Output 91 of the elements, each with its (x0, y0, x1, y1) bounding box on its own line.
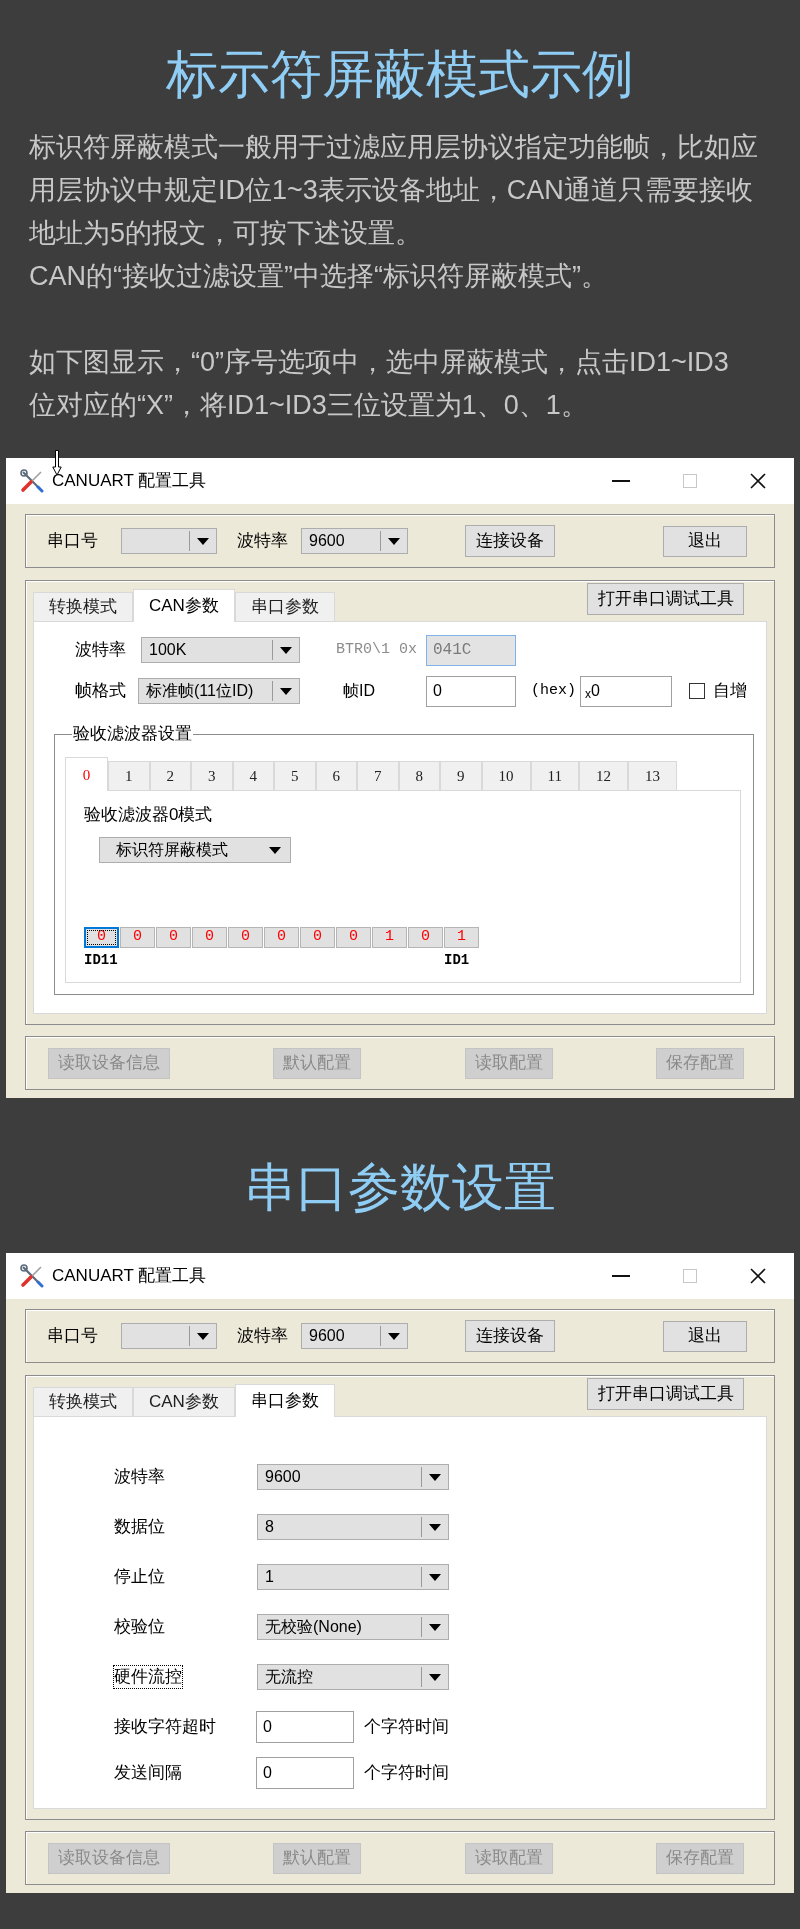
unit-label: 个字符时间 (364, 1716, 449, 1739)
baud-rate-dropdown[interactable]: 9600 (301, 1323, 408, 1349)
tab[interactable]: CAN参数 (133, 1387, 235, 1416)
filter-mode-label: 验收滤波器0模式 (84, 805, 213, 825)
setting-label: 接收字符超时 (114, 1716, 216, 1738)
maximize-icon[interactable] (683, 474, 697, 488)
filter-tab[interactable]: 8 (398, 761, 440, 790)
setting-label: 停止位 (114, 1566, 165, 1588)
baud-rate-label: 波特率 (237, 530, 289, 553)
tab[interactable]: 转换模式 (33, 1387, 133, 1416)
baud-rate-dropdown[interactable]: 9600 (301, 528, 408, 554)
filter-tab[interactable]: 12 (578, 761, 628, 790)
caret-icon (280, 687, 292, 695)
setting-dropdown[interactable]: 1 (257, 1564, 449, 1590)
tab[interactable]: 串口参数 (234, 1384, 335, 1417)
setting-dropdown[interactable]: 9600 (257, 1464, 449, 1490)
frame-id-field[interactable]: 0 (426, 675, 516, 707)
bit-label: ID1 (444, 951, 471, 970)
caret-icon (388, 537, 400, 545)
tab[interactable]: CAN参数 (133, 589, 235, 622)
section-heading: 标示符屏蔽模式示例 (166, 44, 634, 104)
tab[interactable]: 串口参数 (234, 592, 335, 621)
section-heading: 串口参数设置 (244, 1157, 556, 1217)
description-paragraph: CAN的“接收过滤设置”中选择“标识符屏蔽模式”。 (29, 260, 608, 293)
unit-label: 个字符时间 (364, 1762, 449, 1785)
connect-button[interactable]: 连接设备 (465, 525, 555, 557)
caret-icon (197, 537, 209, 545)
port-dropdown[interactable] (121, 1323, 217, 1349)
frame-id-label: 帧ID (343, 681, 376, 701)
auto-increment-label: 自增 (713, 680, 747, 703)
frame-format-dropdown[interactable]: 标准帧(11位ID) (138, 678, 300, 704)
filter-tab[interactable]: 9 (440, 761, 482, 790)
exit-button[interactable]: 退出 (663, 525, 747, 557)
filter-tab[interactable]: 4 (232, 761, 274, 790)
maximize-icon[interactable] (683, 1269, 697, 1283)
caret-icon (269, 846, 281, 854)
checkbox[interactable] (689, 683, 705, 699)
filter-mode-dropdown[interactable]: 标识符屏蔽模式 (99, 837, 291, 863)
filter-tab[interactable]: 11 (530, 761, 579, 790)
filter-tab[interactable]: 0 (65, 757, 108, 791)
baud-rate-label: 波特率 (75, 639, 127, 662)
port-label: 串口号 (47, 1325, 99, 1348)
caret-icon (197, 1332, 209, 1340)
setting-label: 硬件流控 (114, 1666, 182, 1688)
close-icon[interactable] (750, 473, 766, 489)
close-icon[interactable] (750, 1268, 766, 1284)
port-label: 串口号 (47, 530, 99, 553)
caret-icon (429, 1523, 441, 1531)
bit-label: ID11 (84, 951, 118, 970)
setting-field[interactable]: 0 (256, 1757, 354, 1789)
btr-label: BTR0\1 0x (336, 639, 418, 660)
filter-tab[interactable]: 13 (627, 761, 677, 790)
port-dropdown[interactable] (121, 528, 217, 554)
caret-icon (429, 1573, 441, 1581)
tab[interactable]: 转换模式 (33, 592, 133, 621)
tools-icon (20, 469, 44, 493)
setting-dropdown[interactable]: 无流控 (257, 1664, 449, 1690)
debug-tool-button[interactable]: 打开串口调试工具 (587, 583, 744, 615)
setting-label: 波特率 (114, 1466, 165, 1488)
description-paragraph: 标识符屏蔽模式一般用于过滤应用层协议指定功能帧，比如应用层协议中规定ID位1~3表示设备地址，CAN通道只需要接收地址为5的报文，可按下述设置。 (29, 131, 759, 250)
hex-label: (hex) (531, 680, 577, 701)
tools-icon (20, 1264, 44, 1288)
hex-field[interactable]: $_{x}$0 (580, 675, 672, 707)
setting-field[interactable]: 0 (256, 1711, 354, 1743)
filter-tab[interactable]: 3 (191, 761, 233, 790)
caret-icon (429, 1473, 441, 1481)
filter-group-title: 验收滤波器设置 (72, 724, 193, 744)
debug-tool-button[interactable]: 打开串口调试工具 (587, 1378, 744, 1410)
exit-button[interactable]: 退出 (663, 1320, 747, 1352)
setting-dropdown[interactable]: 无校验(None) (257, 1614, 449, 1640)
filter-tab[interactable]: 1 (108, 761, 150, 790)
caret-icon (429, 1623, 441, 1631)
description-paragraph: 如下图显示，“0”序号选项中，选中屏蔽模式，点击ID1~ID3位对应的“X”，将ID1~ID3三位设置为1、0、1。 (29, 346, 730, 422)
setting-label: 数据位 (114, 1516, 165, 1538)
caret-icon (280, 646, 292, 654)
filter-tab[interactable]: 7 (357, 761, 399, 790)
filter-tab[interactable]: 10 (481, 761, 531, 790)
connect-button[interactable]: 连接设备 (465, 1320, 555, 1352)
filter-tab[interactable]: 6 (315, 761, 357, 790)
baud-rate-dropdown[interactable]: 100K (141, 637, 300, 663)
setting-dropdown[interactable]: 8 (257, 1514, 449, 1540)
baud-rate-label: 波特率 (237, 1325, 289, 1348)
setting-label: 校验位 (114, 1616, 165, 1638)
frame-format-label: 帧格式 (75, 680, 127, 703)
setting-label: 发送间隔 (114, 1762, 182, 1784)
filter-tab[interactable]: 5 (274, 761, 316, 790)
caret-icon (429, 1673, 441, 1681)
window-title: CANUART 配置工具 (52, 1265, 207, 1288)
filter-tab[interactable]: 2 (149, 761, 191, 790)
caret-icon (388, 1332, 400, 1340)
window-title: CANUART 配置工具 (52, 470, 207, 493)
